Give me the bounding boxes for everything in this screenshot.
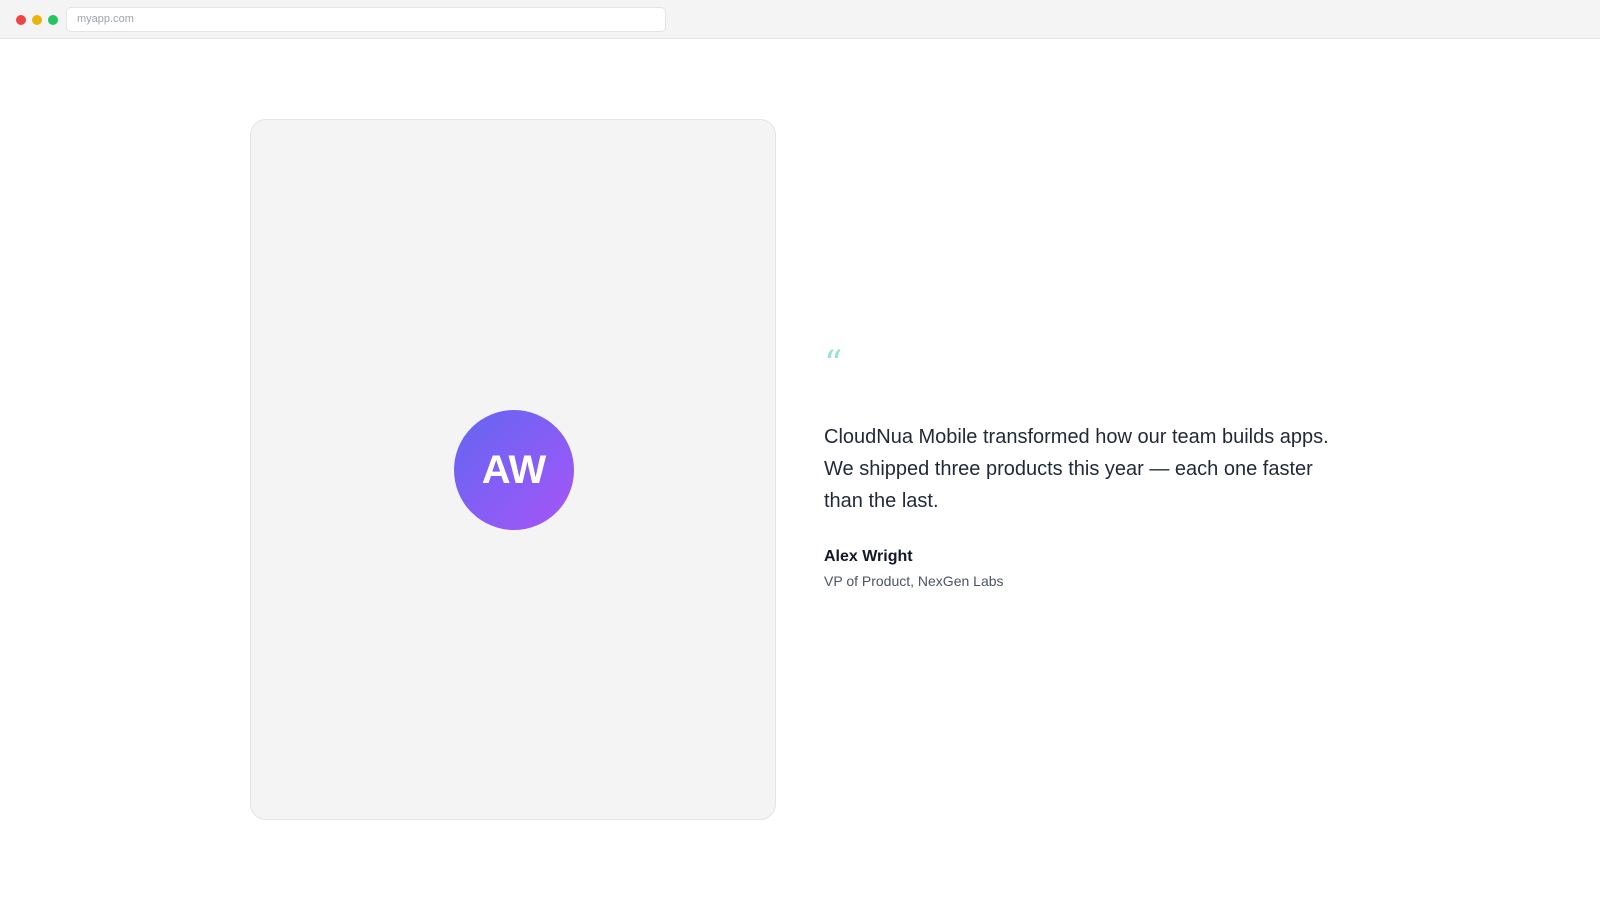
testimonial-photo-card: AW: [250, 119, 776, 820]
window-minimize-button[interactable]: [32, 15, 42, 25]
author-title: VP of Product, NexGen Labs: [824, 573, 1004, 589]
avatar: AW: [454, 410, 574, 530]
window-close-button[interactable]: [16, 15, 26, 25]
testimonial-quote: CloudNua Mobile transformed how our team…: [824, 426, 1329, 512]
window-maximize-button[interactable]: [48, 15, 58, 25]
browser-toolbar: myapp.com: [0, 0, 1600, 39]
testimonial-quote-block: “ CloudNua Mobile transformed how our te…: [824, 345, 1344, 590]
quote-mark-icon: “: [824, 344, 843, 385]
author-name: Alex Wright: [824, 548, 913, 565]
address-bar[interactable]: myapp.com: [66, 7, 666, 32]
